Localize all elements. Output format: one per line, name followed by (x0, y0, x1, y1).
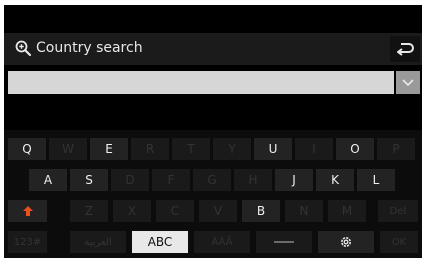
key-g[interactable]: G (193, 169, 231, 191)
mode-accent-key[interactable]: ÀÂÄ (194, 231, 250, 253)
head-unit-display: Country search Del 123# العربية ABC ÀÂÄ … (4, 5, 422, 258)
key-p[interactable]: P (377, 138, 415, 160)
key-n[interactable]: N (285, 200, 323, 222)
key-j[interactable]: J (275, 169, 313, 191)
key-q[interactable]: Q (8, 138, 46, 160)
key-x[interactable]: X (113, 200, 151, 222)
mode-numeric-key[interactable]: 123# (8, 231, 47, 253)
screen: Country search Del 123# العربية ABC ÀÂÄ … (0, 0, 427, 261)
key-w[interactable]: W (49, 138, 87, 160)
header-bar: Country search (4, 33, 422, 65)
ok-key[interactable]: OK (380, 231, 418, 253)
key-h[interactable]: H (234, 169, 272, 191)
key-u[interactable]: U (254, 138, 292, 160)
key-e[interactable]: E (90, 138, 128, 160)
key-t[interactable]: T (172, 138, 210, 160)
on-screen-keyboard: Del 123# العربية ABC ÀÂÄ OK QWERTYUIOP AS… (4, 130, 422, 258)
key-f[interactable]: F (152, 169, 190, 191)
country-search-input[interactable] (8, 71, 394, 94)
key-c[interactable]: C (156, 200, 194, 222)
mode-abc-key[interactable]: ABC (132, 231, 188, 253)
dropdown-button[interactable] (396, 71, 420, 94)
back-button[interactable] (390, 36, 420, 62)
gear-icon (341, 237, 351, 247)
key-m[interactable]: M (328, 200, 366, 222)
key-s[interactable]: S (70, 169, 108, 191)
key-a[interactable]: A (29, 169, 67, 191)
mode-arabic-key[interactable]: العربية (70, 231, 126, 253)
key-v[interactable]: V (199, 200, 237, 222)
settings-key[interactable] (318, 231, 374, 253)
page-title: Country search (36, 40, 143, 56)
space-bar-icon (274, 241, 294, 243)
key-o[interactable]: O (336, 138, 374, 160)
chevron-down-icon (402, 78, 414, 86)
delete-key[interactable]: Del (378, 200, 418, 222)
key-l[interactable]: L (357, 169, 395, 191)
back-icon (397, 43, 414, 56)
key-d[interactable]: D (111, 169, 149, 191)
space-key[interactable] (256, 231, 312, 253)
shift-arrow-icon (22, 206, 33, 216)
key-z[interactable]: Z (70, 200, 108, 222)
key-y[interactable]: Y (213, 138, 251, 160)
key-b[interactable]: B (242, 200, 280, 222)
key-i[interactable]: I (295, 138, 333, 160)
key-k[interactable]: K (316, 169, 354, 191)
key-r[interactable]: R (131, 138, 169, 160)
search-icon (15, 40, 32, 57)
shift-key[interactable] (8, 200, 47, 222)
